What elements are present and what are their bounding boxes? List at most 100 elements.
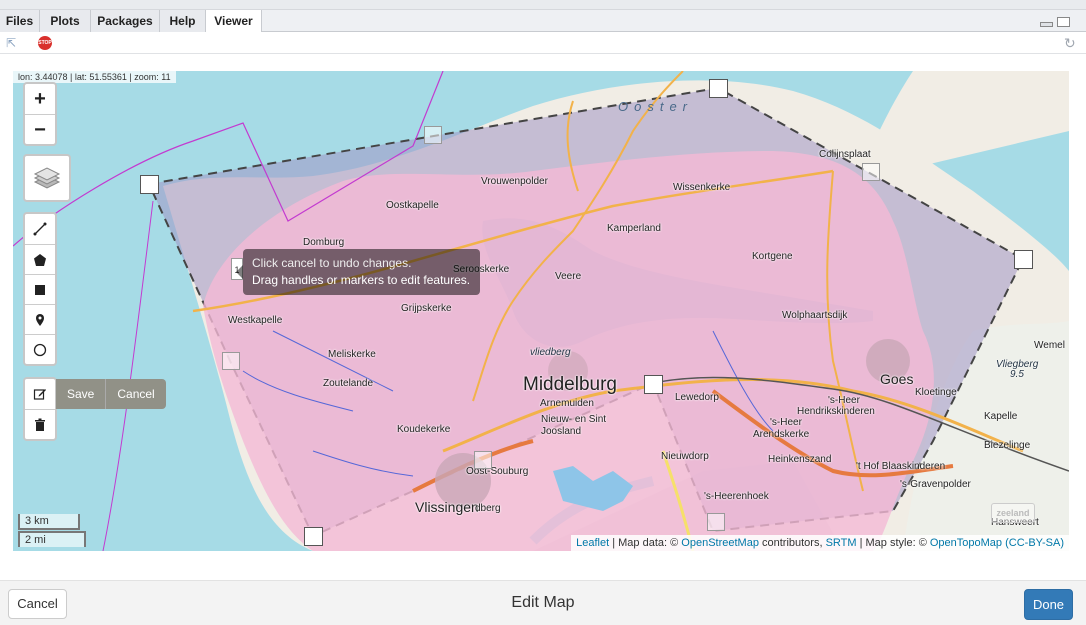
dialog-title: Edit Map [511,594,575,611]
draw-polyline-button[interactable] [25,214,55,244]
draw-toolbar [23,212,57,366]
map-attribution: Leaflet | Map data: © OpenStreetMap cont… [571,535,1069,551]
label-middelburg: Middelburg [523,374,617,395]
label-domburg: Domburg [303,237,345,248]
watermark-logo: zeeland [991,503,1035,523]
label-goes: Goes [880,371,914,387]
label-koudekerke: Koudekerke [397,424,451,435]
layers-control[interactable] [23,154,71,202]
attribution-text: | Map data: © [609,537,682,549]
vertex-handle[interactable] [140,175,159,194]
label-lewedorp: Lewedorp [675,392,719,403]
minus-icon: − [34,118,46,141]
save-edits-button[interactable]: Save [56,379,105,409]
label-s-heer-arendskerke: 's-Heer [770,417,802,428]
label-hof-blaaskinderen: 't Hof Blaaskinderen [856,461,946,472]
midpoint-handle[interactable] [707,513,725,531]
tab-viewer[interactable]: Viewer [206,10,262,33]
label-meliskerke: Meliskerke [328,349,376,360]
edit-layers-button[interactable] [25,379,55,409]
midpoint-handle[interactable] [222,352,240,370]
label-westkapelle: Westkapelle [228,315,283,326]
tooltip-arrow [236,265,243,279]
label-nieuwdorp: Nieuwdorp [661,451,709,462]
vertex-handle[interactable] [304,527,323,546]
tab-packages[interactable]: Packages [91,10,160,32]
draw-polygon-button[interactable] [25,244,55,274]
minimize-pane-button[interactable] [1040,22,1053,27]
scale-bar-km: 3 km [18,514,80,530]
done-button[interactable]: Done [1024,589,1073,620]
vertex-handle[interactable] [709,79,728,98]
scale-bar-mi: 2 mi [18,531,86,547]
vertex-handle[interactable] [1014,250,1033,269]
cc-by-sa-link[interactable]: (CC-BY-SA) [1005,537,1064,549]
edit-tooltip: Click cancel to undo changes. Drag handl… [236,249,480,295]
opentopomap-link[interactable]: OpenTopoMap [930,537,1002,549]
tab-files[interactable]: Files [0,10,40,32]
label-s-heerenhoek: 's-Heerenhoek [704,491,769,502]
tab-help[interactable]: Help [160,10,206,32]
midpoint-handle[interactable] [474,451,492,469]
layers-icon [33,167,61,189]
plus-icon: + [34,88,46,110]
draw-marker-button[interactable] [25,304,55,334]
label-oosterschelde: Ooster [618,99,694,114]
srtm-link[interactable]: SRTM [826,537,857,549]
openstreetmap-link[interactable]: OpenStreetMap [681,537,759,549]
label-wemeldinge: Wemel [1034,340,1065,351]
show-in-window-icon[interactable]: ⇱ [6,36,20,50]
label-arnemuiden: Arnemuiden [540,398,594,409]
tab-plots[interactable]: Plots [40,10,91,32]
label-hendrikskinderen: Hendrikskinderen [797,406,875,417]
circle-icon [33,343,47,356]
label-vlissingen: Vlissingen [415,499,479,515]
label-nieuw-en-sint: Nieuw- en Sint [541,414,607,425]
label-arendskerke: Arendskerke [753,429,810,440]
pane-window-controls [1040,16,1072,30]
midpoint-handle[interactable] [424,126,442,144]
cancel-edits-button[interactable]: Cancel [105,379,165,409]
trash-icon [35,418,45,431]
midpoint-handle[interactable] [862,163,880,181]
label-zoutelande: Zoutelande [323,378,374,389]
label-veere: Veere [555,271,582,282]
marker-icon [36,313,44,326]
window-top-strip [0,0,1086,10]
tooltip-text: Drag handles or markers to edit features… [252,273,471,287]
zoom-out-button[interactable]: − [25,114,55,144]
label-colijnsplaat: Colijnsplaat [819,149,871,160]
vertex-handle[interactable] [644,375,663,394]
label-vrouwenpolder: Vrouwenpolder [481,176,548,187]
label-sudberg: dberg [475,503,501,514]
label-wolphaartsdijk: Wolphaartsdijk [782,310,848,321]
maximize-pane-button[interactable] [1057,17,1070,27]
stop-icon[interactable]: STOP [38,36,52,50]
dialog-footer: Cancel Edit Map Done [0,580,1086,625]
refresh-icon[interactable]: ↻ [1064,36,1078,50]
attribution-text: | Map style: © [856,537,930,549]
label-biezelinge: Biezelinge [984,440,1031,451]
edit-toolbar [23,377,57,441]
leaflet-link[interactable]: Leaflet [576,537,609,549]
viewer-toolbar: ⇱ STOP ↻ [0,32,1086,54]
delete-layers-button[interactable] [25,409,55,439]
label-wissenkerke: Wissenkerke [673,182,731,193]
pane-tab-bar: Files Plots Packages Help Viewer [0,10,1086,33]
attribution-text: contributors, [758,537,826,549]
draw-rectangle-button[interactable] [25,274,55,304]
label-s-gravenpolder: 's-Gravenpolder [900,479,971,490]
label-kloetinge: Kloetinge [915,387,957,398]
draw-circle-button[interactable] [25,334,55,364]
label-kortgene: Kortgene [752,251,793,262]
label-vliedberg: vliedberg [530,347,571,358]
leaflet-map[interactable]: lon: 3.44078 | lat: 51.55361 | zoom: 11 … [13,71,1069,551]
zoom-in-button[interactable]: + [25,84,55,114]
polyline-icon [33,222,47,236]
label-joosland: Joosland [541,426,582,437]
label-grijpskerke: Grijpskerke [401,303,452,314]
zoom-control: + − [23,82,57,146]
label-kapelle: Kapelle [984,411,1018,422]
edit-actions: Save Cancel [56,379,166,409]
label-heinkenszand: Heinkenszand [768,454,832,465]
